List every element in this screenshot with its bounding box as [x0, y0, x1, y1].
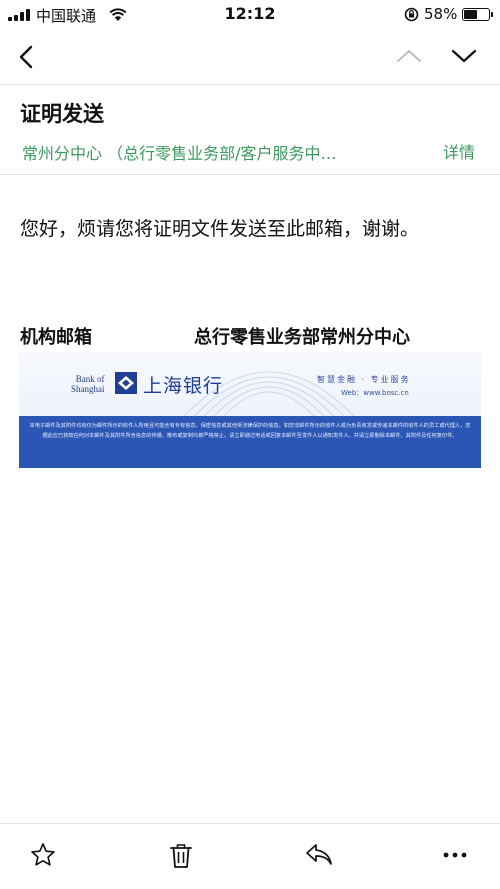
divider [0, 84, 500, 85]
battery-percent: 58% [424, 5, 458, 23]
legal-disclaimer: 本电子邮件及其附件均有仅为邮件所示的收件人所用且可能含有专有信息，保密信息或其他… [29, 423, 471, 439]
bank-website: Web：www.bosc.cn [341, 389, 409, 397]
signature-label: 机构邮箱 [20, 327, 92, 348]
mail-subject: 证明发送 [20, 102, 104, 126]
signature-department: 总行零售业务部常州分中心 [194, 327, 410, 348]
status-bar: 中国联通 12:12 58% [0, 0, 500, 30]
star-icon[interactable] [30, 842, 56, 868]
back-button[interactable] [16, 44, 38, 70]
orientation-lock-icon [404, 7, 419, 22]
battery-icon [462, 8, 493, 21]
bank-slogan: 智慧金融 · 专业服务 [317, 375, 411, 384]
banner-header: Bank of Shanghai 上海银行 智慧金融 · 专业服务 Web：ww… [19, 352, 481, 422]
next-mail-button[interactable] [451, 46, 477, 66]
bank-name-english: Bank of Shanghai [71, 374, 105, 394]
previous-mail-button[interactable] [396, 46, 422, 66]
bank-name-chinese: 上海银行 [143, 375, 224, 397]
more-icon[interactable] [442, 848, 468, 862]
trash-icon[interactable] [168, 842, 194, 870]
bank-signature-banner: Bank of Shanghai 上海银行 智慧金融 · 专业服务 Web：ww… [19, 352, 481, 468]
toolbar-divider [0, 823, 500, 824]
reply-icon[interactable] [304, 842, 334, 868]
sender-name[interactable]: 常州分中心 （总行零售业务部/客户服务中… [22, 140, 372, 164]
mail-body-text: 您好，烦请您将证明文件发送至此邮箱，谢谢。 [20, 218, 420, 240]
bank-logo-icon [115, 372, 137, 394]
details-link[interactable]: 详情 [443, 139, 475, 163]
divider [0, 174, 500, 175]
